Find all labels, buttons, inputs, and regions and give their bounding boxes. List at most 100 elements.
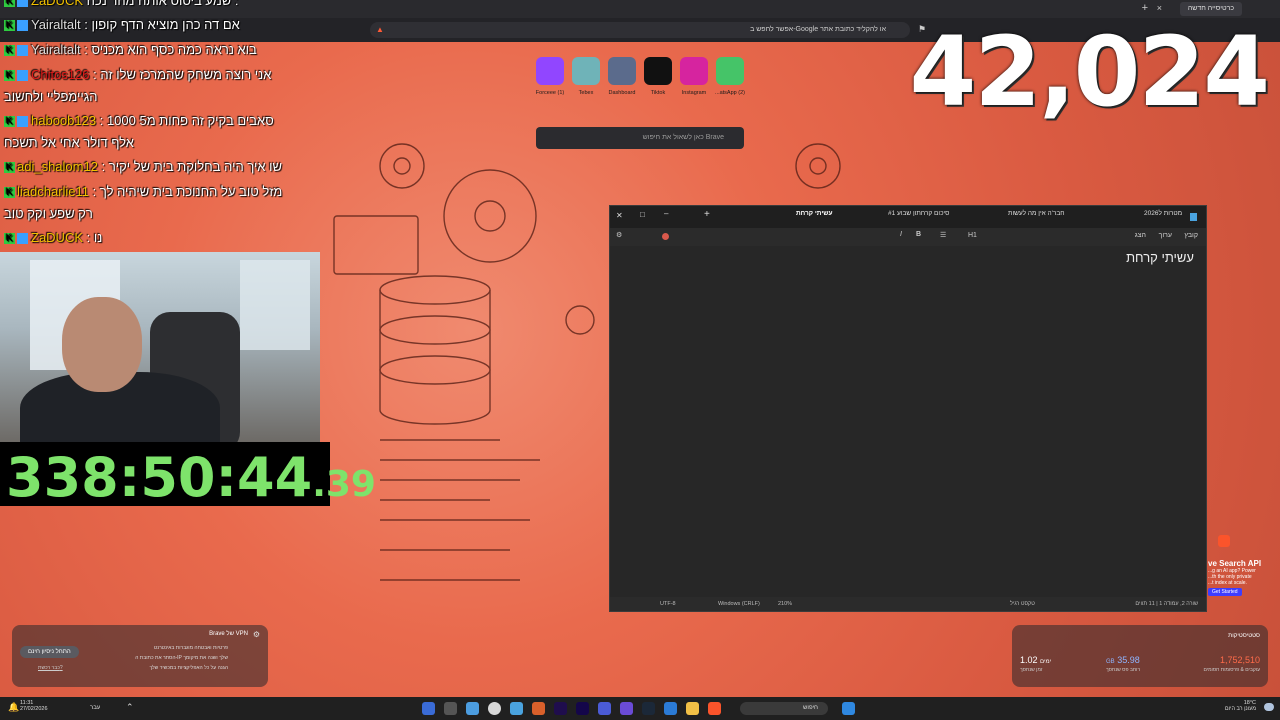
- shortcut-label: ...atsApp (2): [715, 90, 745, 96]
- app-taskbar-icon[interactable]: [444, 702, 457, 715]
- chat-username: haboob123: [31, 113, 97, 128]
- stats-value: GB 35.98: [1106, 655, 1140, 665]
- maximize-icon[interactable]: □: [640, 210, 645, 219]
- already-purchased-link[interactable]: כבר רכשת?: [38, 665, 63, 671]
- taskbar-search[interactable]: חיפוש: [740, 702, 828, 715]
- chat-message: K ZaDUCK : נו: [4, 230, 102, 245]
- brave-shield-icon[interactable]: ▲: [376, 25, 384, 34]
- app-taskbar-icon[interactable]: [532, 702, 545, 715]
- twitch-icon[interactable]: [536, 57, 564, 85]
- streamer-head: [62, 297, 142, 392]
- windows-taskbar: [0, 697, 1280, 720]
- menu-file[interactable]: קובץ: [1184, 232, 1198, 239]
- notepad-tab[interactable]: חבר'ה אין מה לעשות: [1008, 210, 1065, 217]
- brave-vpn-widget: Brave של VPN פרטיות ואבטחה מוגברות באינט…: [12, 625, 268, 687]
- minimize-icon[interactable]: –: [664, 209, 668, 218]
- obs-taskbar-icon[interactable]: [488, 702, 501, 715]
- italic-icon[interactable]: I: [900, 231, 902, 238]
- chat-text: אלף דולר אחי אל תשכח: [4, 135, 134, 150]
- heading-format-button[interactable]: H1: [968, 232, 977, 239]
- notepad-document-text[interactable]: עשיתי קרחת: [1126, 250, 1194, 265]
- notepad-taskbar-icon[interactable]: [510, 702, 523, 715]
- premiere-icon[interactable]: [576, 702, 589, 715]
- close-tab-icon[interactable]: ×: [1157, 3, 1162, 13]
- status-encoding[interactable]: UTF-8: [660, 601, 676, 607]
- vpn-title: Brave של VPN: [209, 631, 248, 637]
- stats-value: 1,752,510: [1219, 655, 1260, 665]
- new-tab-plus-icon[interactable]: +: [704, 209, 710, 220]
- app-taskbar-icon[interactable]: [664, 702, 677, 715]
- chat-text: : סאבים בקיק זה פחות מ5 1000: [99, 113, 274, 128]
- app-taskbar-icon[interactable]: [620, 702, 633, 715]
- copilot-icon[interactable]: [662, 233, 669, 240]
- notepad-status-bar: שורה 2, עמודה 1 | 11 תווים טקסט רגיל 210…: [610, 597, 1206, 611]
- status-format: טקסט רגיל: [1010, 601, 1035, 607]
- notepad-app-icon: [1190, 213, 1197, 221]
- vpn-feature: פרטיות ואבטחה מוגברות באינטרנט: [153, 645, 228, 651]
- close-window-icon[interactable]: ✕: [616, 211, 623, 220]
- brave-search-api-promo[interactable]: ve Search API ...g an AI app? Power ...t…: [1208, 535, 1280, 615]
- chat-message: K ZaDUCK שמע ביסוס אותה מהר נכה :: [4, 0, 239, 8]
- chat-username: liadcharlie11: [17, 184, 90, 199]
- chat-username: Yairaltalt: [31, 17, 81, 32]
- taskbar-clock[interactable]: 11:31 27/02/2026: [20, 700, 48, 712]
- weather-widget[interactable]: 18°C מעונן רב היום: [1225, 700, 1256, 712]
- steam-icon[interactable]: [642, 702, 655, 715]
- menu-edit[interactable]: ערוך: [1159, 232, 1172, 239]
- chat-username: ZaDUCK: [31, 230, 84, 245]
- chat-message: K Chitos126 : אני רוצה משחק שהמרכז שלו זה: [4, 67, 271, 82]
- notepad-tab[interactable]: סיכום קרחתון שבוע #1: [888, 210, 949, 217]
- bold-icon[interactable]: B: [916, 231, 921, 238]
- menu-view[interactable]: הצג: [1135, 232, 1146, 239]
- tiktok-icon[interactable]: [644, 57, 672, 85]
- chat-text: : מזל טוב על החנוכת בית שיהיה לך: [92, 184, 283, 199]
- chevron-up-icon[interactable]: ⌃: [126, 702, 134, 713]
- notepad-tab[interactable]: מטרות ל2026: [1144, 210, 1182, 217]
- notepad-window[interactable]: ✕ □ – + עשיתי קרחת סיכום קרחתון שבוע #1 …: [609, 205, 1207, 612]
- app-taskbar-icon[interactable]: [598, 702, 611, 715]
- instagram-icon[interactable]: [680, 57, 708, 85]
- status-position: שורה 2, עמודה 1 | 11 תווים: [1135, 601, 1198, 607]
- chat-text: שמע ביסוס אותה מהר נכה :: [86, 0, 239, 8]
- dashboard-icon[interactable]: [608, 57, 636, 85]
- stats-value: ימים 1.02: [1020, 655, 1052, 665]
- webcam-feed: [0, 252, 320, 442]
- after-effects-icon[interactable]: [554, 702, 567, 715]
- chat-message: Kliadcharlie11 : מזל טוב על החנוכת בית ש…: [4, 184, 282, 199]
- brave-icon[interactable]: [708, 702, 721, 715]
- vpn-feature: הסתר את כתובת ה-IP שלך ושנה את מיקומך: [135, 655, 228, 661]
- new-tab-plus-icon[interactable]: +: [1142, 2, 1148, 14]
- chat-username: Chitos126: [31, 67, 90, 82]
- notification-icon[interactable]: 🔔: [8, 702, 19, 713]
- cloud-icon: [1264, 703, 1274, 711]
- chat-message: Khaboob123 : סאבים בקיק זה פחות מ5 1000: [4, 113, 274, 128]
- vpn-feature: הגנה על כל האפליקציות במכשיר שלך: [149, 665, 228, 671]
- chat-username: ZaDUCK: [31, 0, 84, 8]
- stats-label: זמן שנחסך: [1020, 667, 1043, 673]
- chat-message: K Yairaltalt : אם דה כהן מוציא הדף קופון: [4, 17, 240, 32]
- brave-logo-icon: [1218, 535, 1230, 547]
- app-taskbar-icon[interactable]: [466, 702, 479, 715]
- settings-icon[interactable]: ⚙: [616, 231, 622, 239]
- status-zoom[interactable]: 210%: [778, 601, 792, 607]
- tab-new-tab[interactable]: כרטיסייה חדשה: [1179, 2, 1242, 16]
- chat-text: : נו: [86, 230, 103, 245]
- brave-taskbar-icon[interactable]: [422, 702, 435, 715]
- vpn-settings-icon[interactable]: ⚙: [253, 630, 260, 639]
- chat-text: : אני רוצה משחק שהמרכז שלו זה: [93, 67, 272, 82]
- address-bar[interactable]: אפשר לחפש ב-Google או להקליד כתובת אתר: [370, 22, 910, 38]
- chat-text: רק שפע וקק טוב: [4, 206, 93, 221]
- promo-title: ve Search API: [1208, 559, 1262, 568]
- get-started-button[interactable]: Get Started: [1208, 588, 1242, 596]
- start-trial-button[interactable]: התחל ניסיון חינם: [20, 646, 79, 658]
- notepad-tab[interactable]: עשיתי קרחת: [796, 210, 833, 217]
- input-language[interactable]: עבר: [90, 705, 100, 711]
- windows-start-icon[interactable]: [842, 702, 855, 715]
- tebex-icon[interactable]: [572, 57, 600, 85]
- file-explorer-icon[interactable]: [686, 702, 699, 715]
- list-icon[interactable]: ☰: [940, 231, 946, 239]
- status-line-endings[interactable]: Windows (CRLF): [718, 601, 760, 607]
- chat-text: הגיימפליי ולחשוב: [4, 89, 98, 104]
- whatsapp-icon[interactable]: [716, 57, 744, 85]
- chat-username: Yairaltalt: [31, 42, 81, 57]
